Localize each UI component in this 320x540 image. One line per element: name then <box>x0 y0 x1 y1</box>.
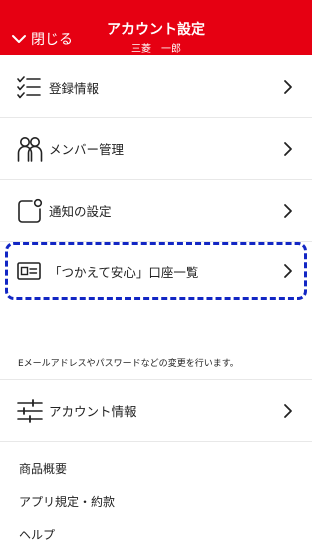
link-app-terms[interactable]: アプリ規定・約款 <box>19 493 115 510</box>
notification-icon <box>18 198 43 223</box>
members-icon <box>17 136 43 162</box>
menu-item-label: メンバー管理 <box>49 142 125 157</box>
chevron-right-icon <box>284 141 292 156</box>
menu-item-registration-info[interactable]: 登録情報 <box>0 56 312 118</box>
user-name: 三菱 一郎 <box>131 44 181 55</box>
menu-item-label: 登録情報 <box>49 80 100 96</box>
chevron-right-icon <box>284 403 292 418</box>
chevron-right-icon <box>284 80 292 94</box>
menu-item-account-info[interactable]: アカウント情報 <box>0 380 312 441</box>
sliders-icon <box>17 398 43 423</box>
menu-item-notification-settings[interactable]: 通知の設定 <box>0 180 312 241</box>
link-help[interactable]: ヘルプ <box>19 526 55 540</box>
chevron-right-icon <box>284 203 292 218</box>
menu-item-label: アカウント情報 <box>49 404 137 419</box>
highlight-frame <box>5 242 307 300</box>
link-product-overview[interactable]: 商品概要 <box>19 460 67 477</box>
account-info-note: Eメールアドレスやパスワードなどの変更を行います。 <box>18 359 239 369</box>
menu-item-member-management[interactable]: メンバー管理 <box>0 118 312 179</box>
checklist-icon <box>17 76 41 99</box>
menu-item-label: 通知の設定 <box>49 204 112 219</box>
page-title: アカウント設定 <box>107 22 205 38</box>
divider <box>0 441 312 442</box>
app-header: 閉じる アカウント設定 三菱 一郎 <box>0 0 312 55</box>
